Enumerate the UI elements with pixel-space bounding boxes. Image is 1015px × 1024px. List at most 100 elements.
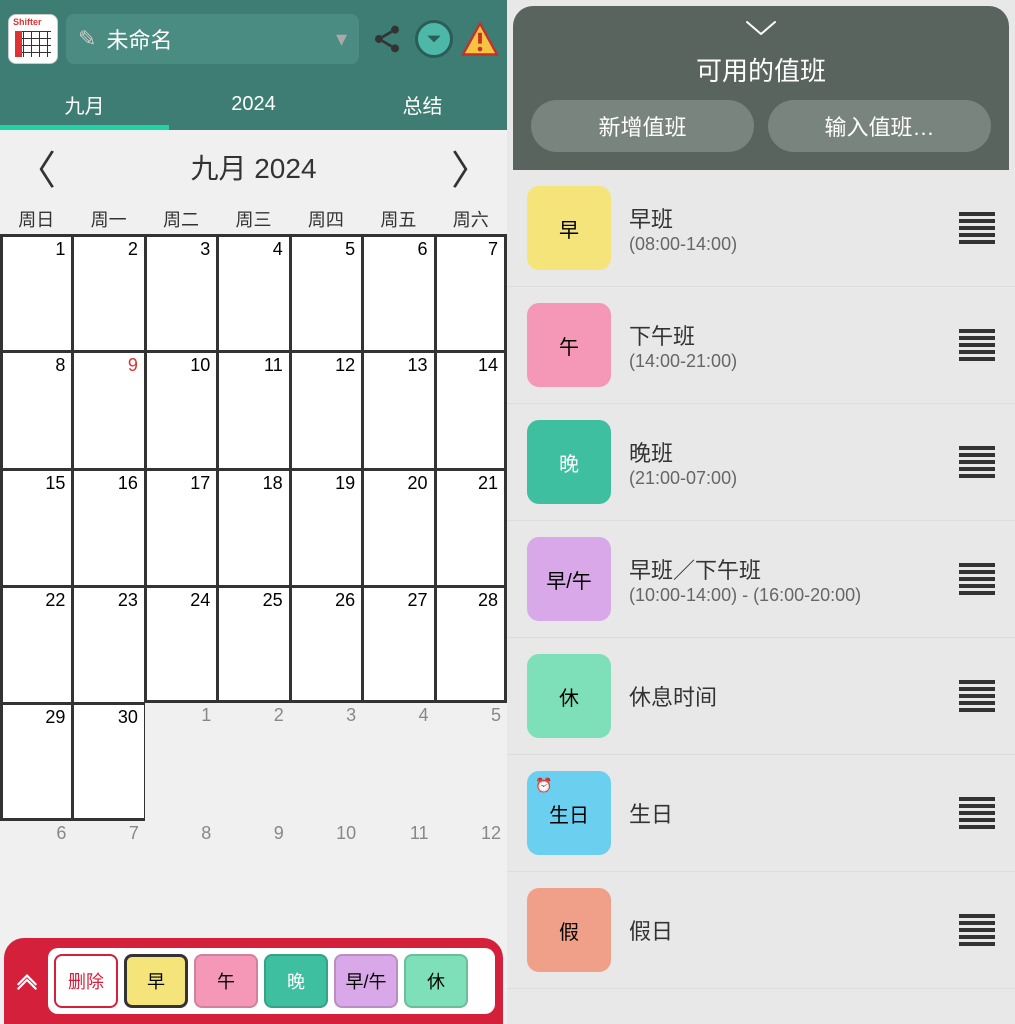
prev-month-button[interactable]: 〈 bbox=[16, 138, 56, 196]
shift-info: 假日 bbox=[629, 914, 941, 946]
shift-info: 生日 bbox=[629, 797, 941, 829]
calendar-cell[interactable]: 27 bbox=[362, 586, 434, 703]
shift-item[interactable]: 生日⏰生日 bbox=[507, 755, 1015, 872]
shift-item[interactable]: 晚晚班(21:00-07:00) bbox=[507, 404, 1015, 521]
weekday-label: 周三 bbox=[217, 204, 289, 234]
shift-item[interactable]: 休休息时间 bbox=[507, 638, 1015, 755]
shift-time: (14:00-21:00) bbox=[629, 351, 941, 372]
calendar-cell[interactable]: 5 bbox=[290, 234, 362, 351]
calendar-cell: 7 bbox=[72, 821, 144, 938]
calendar-cell[interactable]: 10 bbox=[145, 351, 217, 468]
clock-icon: ⏰ bbox=[535, 777, 552, 794]
input-shift-button[interactable]: 输入值班… bbox=[768, 100, 991, 152]
month-title: 九月 2024 bbox=[190, 147, 316, 187]
share-button[interactable] bbox=[367, 19, 407, 59]
right-panel: 可用的值班 新增值班 输入值班… 早早班(08:00-14:00)午下午班(14… bbox=[507, 0, 1015, 1024]
drag-handle-icon[interactable] bbox=[959, 680, 995, 712]
drag-handle-icon[interactable] bbox=[959, 329, 995, 361]
shift-item[interactable]: 早/午早班／下午班(10:00-14:00) - (16:00-20:00) bbox=[507, 521, 1015, 638]
shift-chip[interactable]: 早/午 bbox=[334, 954, 398, 1008]
weekday-label: 周二 bbox=[145, 204, 217, 234]
calendar-cell[interactable]: 13 bbox=[362, 351, 434, 468]
shift-info: 休息时间 bbox=[629, 680, 941, 712]
drag-handle-icon[interactable] bbox=[959, 212, 995, 244]
calendar-cell[interactable]: 14 bbox=[435, 351, 507, 468]
calendar-cell[interactable]: 3 bbox=[145, 234, 217, 351]
shift-chip[interactable]: 早 bbox=[124, 954, 188, 1008]
right-buttons: 新增值班 输入值班… bbox=[513, 94, 1009, 152]
chip-delete[interactable]: 删除 bbox=[54, 954, 118, 1008]
weekday-label: 周日 bbox=[0, 204, 72, 234]
dropdown-circle-button[interactable] bbox=[415, 20, 453, 58]
calendar-cell[interactable]: 15 bbox=[0, 469, 72, 586]
left-panel: ✎ 未命名 ▾ 九月 2024 总结 〈 九月 2024 〉 周日周一周二周三周… bbox=[0, 0, 507, 1024]
top-bar: ✎ 未命名 ▾ bbox=[0, 0, 507, 78]
shift-chip[interactable]: 午 bbox=[194, 954, 258, 1008]
calendar-cell: 5 bbox=[435, 703, 507, 820]
calendar-cell[interactable]: 26 bbox=[290, 586, 362, 703]
tab-month[interactable]: 九月 bbox=[0, 78, 169, 130]
shift-info: 晚班(21:00-07:00) bbox=[629, 436, 941, 489]
shift-name: 早班 bbox=[629, 202, 941, 234]
calendar-cell[interactable]: 18 bbox=[217, 469, 289, 586]
calendar-cell[interactable]: 8 bbox=[0, 351, 72, 468]
shift-chip[interactable]: 晚 bbox=[264, 954, 328, 1008]
right-title: 可用的值班 bbox=[696, 51, 826, 88]
calendar-cell: 3 bbox=[290, 703, 362, 820]
drag-handle-icon[interactable] bbox=[959, 446, 995, 478]
shift-name: 早班／下午班 bbox=[629, 553, 941, 585]
calendar-cell[interactable]: 22 bbox=[0, 586, 72, 703]
calendar-cell[interactable]: 19 bbox=[290, 469, 362, 586]
right-header: 可用的值班 新增值班 输入值班… bbox=[513, 6, 1009, 170]
weekday-label: 周五 bbox=[362, 204, 434, 234]
month-nav: 〈 九月 2024 〉 bbox=[0, 130, 507, 204]
calendar-cell[interactable]: 2 bbox=[72, 234, 144, 351]
calendar-cell[interactable]: 28 bbox=[435, 586, 507, 703]
calendar-cell[interactable]: 24 bbox=[145, 586, 217, 703]
next-month-button[interactable]: 〉 bbox=[451, 138, 491, 196]
shift-swatch: 早/午 bbox=[527, 537, 611, 621]
chip-row: 删除 早午晚早/午休 bbox=[48, 948, 495, 1014]
calendar-cell[interactable]: 16 bbox=[72, 469, 144, 586]
chip-bar: 删除 早午晚早/午休 bbox=[4, 938, 503, 1024]
shift-info: 下午班(14:00-21:00) bbox=[629, 319, 941, 372]
calendar-cell[interactable]: 9 bbox=[72, 351, 144, 468]
shift-item[interactable]: 假假日 bbox=[507, 872, 1015, 989]
calendar-cell[interactable]: 29 bbox=[0, 703, 72, 820]
warning-icon[interactable] bbox=[461, 22, 499, 56]
app-logo-icon[interactable] bbox=[8, 14, 58, 64]
calendar-cell: 9 bbox=[217, 821, 289, 938]
drag-handle-icon[interactable] bbox=[959, 563, 995, 595]
collapse-panel-button[interactable] bbox=[741, 16, 781, 45]
shift-item[interactable]: 早早班(08:00-14:00) bbox=[507, 170, 1015, 287]
add-shift-button[interactable]: 新增值班 bbox=[531, 100, 754, 152]
tab-summary[interactable]: 总结 bbox=[338, 78, 507, 130]
calendar-cell[interactable]: 7 bbox=[435, 234, 507, 351]
calendar-cell[interactable]: 25 bbox=[217, 586, 289, 703]
tab-year[interactable]: 2024 bbox=[169, 78, 338, 130]
shift-info: 早班(08:00-14:00) bbox=[629, 202, 941, 255]
calendar-cell[interactable]: 6 bbox=[362, 234, 434, 351]
schedule-selector[interactable]: ✎ 未命名 ▾ bbox=[66, 14, 359, 64]
calendar-cell[interactable]: 4 bbox=[217, 234, 289, 351]
calendar-cell[interactable]: 21 bbox=[435, 469, 507, 586]
calendar-cell[interactable]: 20 bbox=[362, 469, 434, 586]
shift-swatch: 早 bbox=[527, 186, 611, 270]
shift-name: 假日 bbox=[629, 914, 941, 946]
shift-time: (08:00-14:00) bbox=[629, 234, 941, 255]
calendar-cell[interactable]: 30 bbox=[72, 703, 144, 820]
calendar-cell: 10 bbox=[290, 821, 362, 938]
drag-handle-icon[interactable] bbox=[959, 914, 995, 946]
weekday-label: 周一 bbox=[72, 204, 144, 234]
drag-handle-icon[interactable] bbox=[959, 797, 995, 829]
calendar-cell[interactable]: 1 bbox=[0, 234, 72, 351]
shift-chip[interactable]: 休 bbox=[404, 954, 468, 1008]
calendar-cell[interactable]: 12 bbox=[290, 351, 362, 468]
calendar-cell[interactable]: 17 bbox=[145, 469, 217, 586]
shift-item[interactable]: 午下午班(14:00-21:00) bbox=[507, 287, 1015, 404]
calendar-cell[interactable]: 23 bbox=[72, 586, 144, 703]
shift-list[interactable]: 早早班(08:00-14:00)午下午班(14:00-21:00)晚晚班(21:… bbox=[507, 170, 1015, 1024]
shift-name: 晚班 bbox=[629, 436, 941, 468]
chip-bar-toggle[interactable] bbox=[12, 968, 42, 994]
calendar-cell[interactable]: 11 bbox=[217, 351, 289, 468]
